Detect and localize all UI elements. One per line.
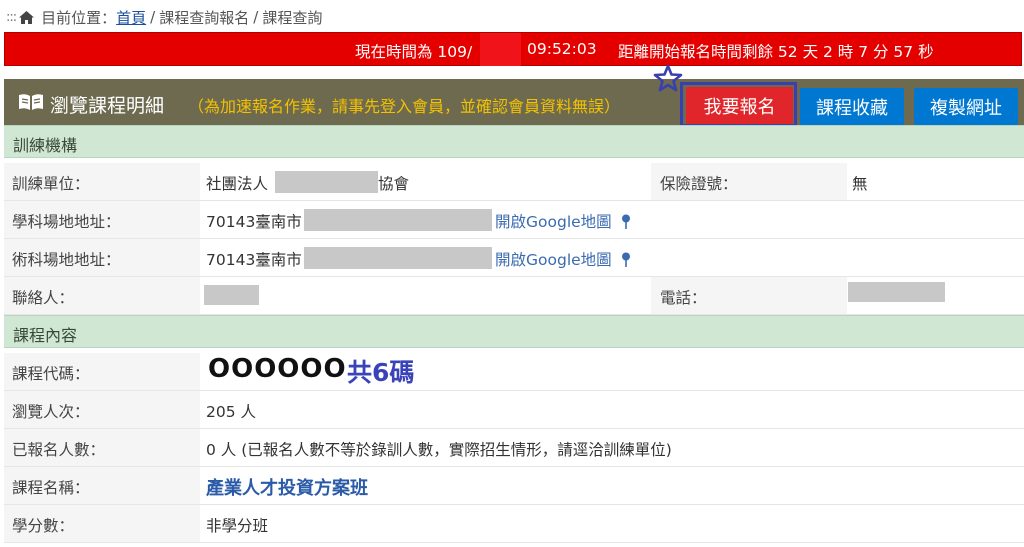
insurance-value: 無: [852, 175, 868, 193]
enrolled-value: 0 人 (已報名人數不等於錄訓人數，實際招生情形，請逕洽訓練單位): [206, 441, 672, 459]
course-code-value: OOOOOO: [208, 354, 347, 384]
training-unit-suffix: 協會: [378, 175, 410, 193]
practical-address-prefix: 70143臺南市: [206, 251, 302, 269]
course-code-label: 課程代碼：: [12, 365, 90, 383]
credits-label: 學分數：: [12, 517, 75, 535]
row-enrolled: 已報名人數： 0 人 (已報名人數不等於錄訓人數，實際招生情形，請逕洽訓練單位): [4, 429, 1024, 467]
breadcrumb-separator: /: [253, 8, 259, 26]
enrolled-label: 已報名人數：: [12, 441, 106, 459]
registration-countdown: 距離開始報名時間剩餘 52 天 2 時 7 分 57 秒: [618, 43, 934, 61]
redacted-block: [304, 247, 492, 269]
row-contact: 聯絡人： 電話：: [4, 277, 1024, 315]
redacted-block: [304, 209, 492, 231]
training-unit-prefix: 社團法人: [206, 175, 269, 193]
breadcrumb: ::: 目前位置： 首頁 / 課程查詢報名 / 課程查詢: [6, 4, 322, 30]
row-views: 瀏覽人次： 205 人: [4, 391, 1024, 429]
star-annotation-icon: [653, 64, 683, 92]
current-time-prefix: 現在時間為 109/: [355, 43, 473, 61]
course-name-value: 產業人才投資方案班: [206, 478, 368, 499]
contact-label: 聯絡人：: [12, 289, 75, 307]
course-name-label: 課程名稱：: [12, 479, 90, 497]
row-academic-address: 學科場地地址： 70143臺南市 開啟Google地圖: [4, 201, 1024, 239]
redacted-block: [275, 171, 378, 193]
book-icon: [19, 94, 43, 110]
section-title: 課程內容: [13, 326, 78, 345]
academic-google-map-link[interactable]: 開啟Google地圖: [495, 210, 631, 232]
map-pin-icon: [621, 214, 630, 229]
practical-address-label: 術科場地地址：: [12, 251, 121, 269]
favorite-course-button[interactable]: 課程收藏: [800, 88, 904, 125]
row-course-name: 課程名稱： 產業人才投資方案班: [4, 467, 1024, 505]
phone-label: 電話：: [660, 289, 707, 307]
section-course-content: 課程內容: [4, 315, 1024, 348]
views-label: 瀏覽人次：: [12, 403, 90, 421]
redacted-block: [204, 285, 259, 305]
breadcrumb-prefix: 目前位置：: [41, 8, 117, 27]
section-title: 訓練機構: [13, 136, 78, 155]
row-course-code: 課程代碼： OOOOOO 共6碼: [4, 353, 1024, 391]
row-practical-address: 術科場地地址： 70143臺南市 開啟Google地圖: [4, 239, 1024, 277]
insurance-label: 保險證號：: [660, 175, 738, 193]
redacted-block: [848, 282, 945, 302]
training-unit-label: 訓練單位：: [12, 175, 90, 193]
panel-title: 瀏覽課程明細: [50, 95, 165, 117]
academic-address-label: 學科場地地址：: [12, 213, 121, 231]
copy-url-button[interactable]: 複製網址: [914, 88, 1018, 125]
breadcrumb-dots: :::: [6, 9, 17, 25]
row-training-unit: 訓練單位： 社團法人 協會 保險證號： 無: [4, 163, 1024, 201]
map-pin-icon: [621, 252, 630, 267]
breadcrumb-item-course-search: 課程查詢: [262, 8, 323, 27]
time-banner: 現在時間為 109/ 09:52:03 距離開始報名時間剩餘 52 天 2 時 …: [4, 32, 1022, 66]
current-time: 09:52:03: [527, 40, 597, 58]
annotation-highlight-box: [680, 82, 797, 127]
views-value: 205 人: [206, 403, 257, 421]
home-icon: [19, 10, 35, 24]
course-code-annotation: 共6碼: [347, 358, 415, 387]
breadcrumb-home-link[interactable]: 首頁: [116, 7, 146, 28]
row-credits: 學分數： 非學分班: [4, 505, 1024, 543]
practical-google-map-link[interactable]: 開啟Google地圖: [495, 248, 631, 270]
academic-address-prefix: 70143臺南市: [206, 213, 302, 231]
breadcrumb-item-course-registration: 課程查詢報名: [159, 8, 250, 27]
redacted-date: [480, 33, 521, 66]
section-training-org: 訓練機構: [4, 125, 1024, 158]
breadcrumb-separator: /: [150, 8, 156, 26]
credits-value: 非學分班: [206, 517, 269, 535]
login-notice: （為加速報名作業，請事先登入會員，並確認會員資料無誤）: [188, 97, 621, 116]
